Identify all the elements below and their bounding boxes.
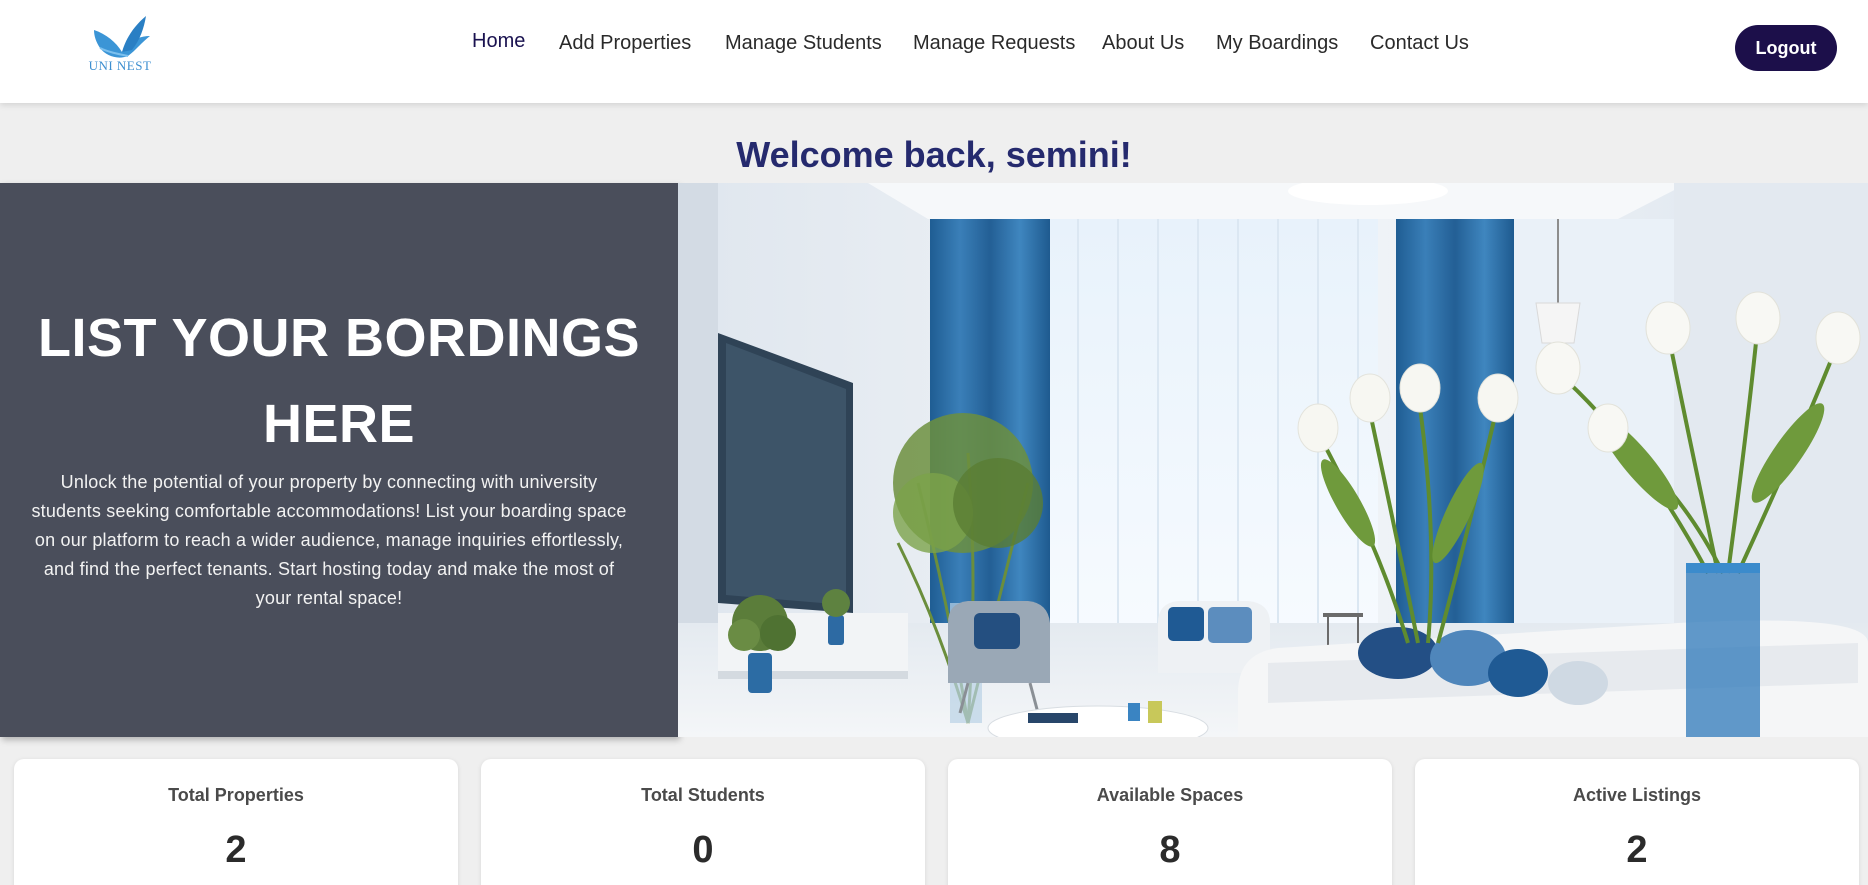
nav-manage-students[interactable]: Manage Students [725, 32, 882, 55]
nav-home[interactable]: Home [472, 30, 525, 53]
stat-card-total-students: Total Students 0 [481, 759, 925, 885]
main-nav: Home Add Properties Manage Students Mana… [0, 0, 1868, 103]
hero-description: Unlock the potential of your property by… [31, 472, 627, 608]
hero-title: LIST YOUR BORDINGS HERE [14, 295, 664, 467]
stat-label: Total Properties [168, 785, 304, 805]
nav-my-boardings[interactable]: My Boardings [1216, 32, 1338, 55]
stat-value: 2 [225, 829, 247, 871]
nav-add-properties[interactable]: Add Properties [559, 32, 691, 55]
stat-card-total-properties: Total Properties 2 [14, 759, 458, 885]
hero-title-line2: HERE [262, 394, 416, 454]
stat-label: Available Spaces [1096, 785, 1244, 805]
stat-card-active-listings: Active Listings 2 [1415, 759, 1859, 885]
hero-title-line1: LIST YOUR BORDINGS [37, 308, 641, 368]
stat-value: 0 [692, 829, 714, 871]
nav-about-us[interactable]: About Us [1102, 32, 1184, 55]
stat-value: 8 [1159, 829, 1181, 871]
stat-label: Active Listings [1572, 785, 1702, 805]
top-navbar: UNI NEST Home Add Properties Manage Stud… [0, 0, 1868, 103]
living-room-illustration [678, 183, 1868, 737]
stat-card-available-spaces: Available Spaces 8 [948, 759, 1392, 885]
stat-label: Total Students [641, 785, 765, 805]
stat-value: 2 [1626, 829, 1648, 871]
welcome-heading: Welcome back, semini! [736, 134, 1132, 175]
hero-text-panel: LIST YOUR BORDINGS HERE Unlock the poten… [0, 183, 678, 737]
nav-contact-us[interactable]: Contact Us [1370, 32, 1469, 55]
nav-manage-requests[interactable]: Manage Requests [913, 32, 1075, 55]
logout-button[interactable]: Logout [1735, 25, 1837, 71]
living-room-hero-image [678, 183, 1868, 737]
